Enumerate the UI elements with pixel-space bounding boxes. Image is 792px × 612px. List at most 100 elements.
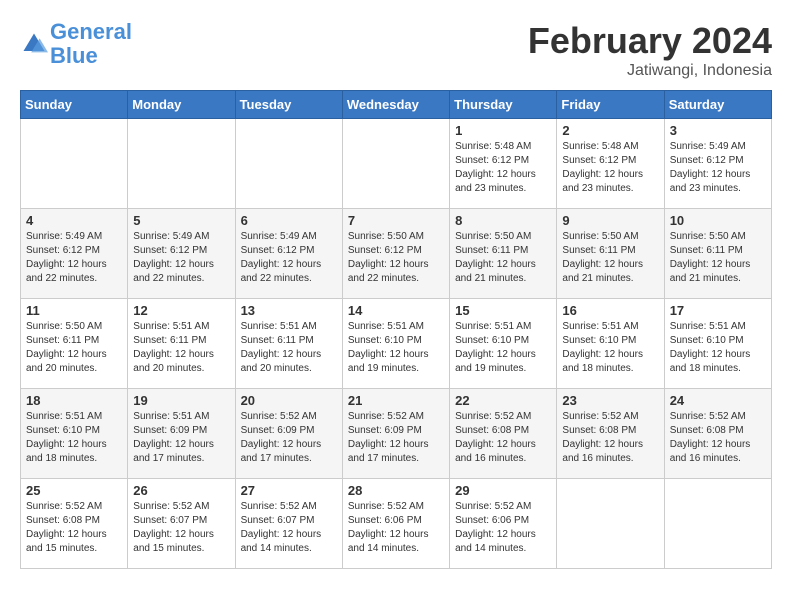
calendar-table: SundayMondayTuesdayWednesdayThursdayFrid… <box>20 90 772 569</box>
day-number: 13 <box>241 303 337 318</box>
col-header-tuesday: Tuesday <box>235 91 342 119</box>
day-cell: 18 Sunrise: 5:51 AMSunset: 6:10 PMDayligh… <box>21 389 128 479</box>
day-info: Sunrise: 5:52 AMSunset: 6:06 PMDaylight:… <box>348 500 444 556</box>
week-row-5: 25Sunrise: 5:52 AMSunset: 6:08 PMDayligh… <box>21 479 772 569</box>
day-number: 16 <box>562 303 658 318</box>
day-number: 20 <box>241 393 337 408</box>
day-cell: 22 Sunrise: 5:52 AMSunset: 6:08 PMDayligh… <box>450 389 557 479</box>
day-number: 19 <box>133 393 229 408</box>
day-number: 15 <box>455 303 551 318</box>
day-number: 4 <box>26 213 122 228</box>
day-cell: 24 Sunrise: 5:52 AMSunset: 6:08 PMDayligh… <box>664 389 771 479</box>
day-number: 23 <box>562 393 658 408</box>
day-info: Sunrise: 5:52 AMSunset: 6:06 PMDaylight:… <box>455 500 551 556</box>
calendar-body: 1 Sunrise: 5:48 AMSunset: 6:12 PMDaylight… <box>21 119 772 569</box>
day-number: 24 <box>670 393 766 408</box>
day-number: 22 <box>455 393 551 408</box>
day-number: 9 <box>562 213 658 228</box>
day-info: Sunrise: 5:49 AMSunset: 6:12 PMDaylight:… <box>133 230 229 286</box>
day-cell: 4Sunrise: 5:49 AMSunset: 6:12 PMDaylight… <box>21 209 128 299</box>
day-info: Sunrise: 5:52 AMSunset: 6:07 PMDaylight:… <box>133 500 229 556</box>
day-cell: 3 Sunrise: 5:49 AMSunset: 6:12 PMDaylight… <box>664 119 771 209</box>
day-info: Sunrise: 5:51 AMSunset: 6:11 PMDaylight:… <box>133 320 229 376</box>
day-cell: 1 Sunrise: 5:48 AMSunset: 6:12 PMDaylight… <box>450 119 557 209</box>
day-number: 1 <box>455 123 551 138</box>
day-cell: 17Sunrise: 5:51 AMSunset: 6:10 PMDayligh… <box>664 299 771 389</box>
day-number: 10 <box>670 213 766 228</box>
day-cell: 19 Sunrise: 5:51 AMSunset: 6:09 PMDayligh… <box>128 389 235 479</box>
day-cell: 5 Sunrise: 5:49 AMSunset: 6:12 PMDaylight… <box>128 209 235 299</box>
week-row-4: 18 Sunrise: 5:51 AMSunset: 6:10 PMDayligh… <box>21 389 772 479</box>
col-header-thursday: Thursday <box>450 91 557 119</box>
col-header-sunday: Sunday <box>21 91 128 119</box>
day-info: Sunrise: 5:51 AMSunset: 6:11 PMDaylight:… <box>241 320 337 376</box>
day-info: Sunrise: 5:50 AMSunset: 6:11 PMDaylight:… <box>670 230 766 286</box>
day-number: 18 <box>26 393 122 408</box>
week-row-2: 4 Sunrise: 5:49 AMSunset: 6:12 PMDaylight… <box>21 209 772 299</box>
day-info: Sunrise: 5:51 AMSunset: 6:10 PMDaylight:… <box>670 320 766 376</box>
day-cell <box>557 479 664 569</box>
day-info: Sunrise: 5:52 AMSunset: 6:09 PMDaylight:… <box>241 410 337 466</box>
day-info: Sunrise: 5:50 AMSunset: 6:12 PMDaylight:… <box>348 230 444 286</box>
day-number: 6 <box>241 213 337 228</box>
day-number: 25 <box>26 483 122 498</box>
day-number: 21 <box>348 393 444 408</box>
day-cell: 2 Sunrise: 5:48 AMSunset: 6:12 PMDaylight… <box>557 119 664 209</box>
day-number: 28 <box>348 483 444 498</box>
day-cell: 16 Sunrise: 5:51 AMSunset: 6:10 PMDayligh… <box>557 299 664 389</box>
day-info: Sunrise: 5:50 AMSunset: 6:11 PMDaylight:… <box>562 230 658 286</box>
day-cell: 7 Sunrise: 5:50 AMSunset: 6:12 PMDaylight… <box>342 209 449 299</box>
day-cell: 11 Sunrise: 5:50 AMSunset: 6:11 PMDayligh… <box>21 299 128 389</box>
day-number: 7 <box>348 213 444 228</box>
week-row-1: 1 Sunrise: 5:48 AMSunset: 6:12 PMDaylight… <box>21 119 772 209</box>
day-info: Sunrise: 5:48 AMSunset: 6:12 PMDaylight:… <box>562 140 658 196</box>
day-info: Sunrise: 5:52 AMSunset: 6:08 PMDaylight:… <box>670 410 766 466</box>
day-info: Sunrise: 5:52 AMSunset: 6:09 PMDaylight:… <box>348 410 444 466</box>
day-cell <box>235 119 342 209</box>
day-number: 3 <box>670 123 766 138</box>
title-block: February 2024 Jatiwangi, Indonesia <box>528 20 772 80</box>
week-row-3: 11 Sunrise: 5:50 AMSunset: 6:11 PMDayligh… <box>21 299 772 389</box>
month-title: February 2024 <box>528 20 772 62</box>
day-info: Sunrise: 5:49 AMSunset: 6:12 PMDaylight:… <box>670 140 766 196</box>
day-cell: 6 Sunrise: 5:49 AMSunset: 6:12 PMDaylight… <box>235 209 342 299</box>
day-cell: 13 Sunrise: 5:51 AMSunset: 6:11 PMDayligh… <box>235 299 342 389</box>
day-cell: 21 Sunrise: 5:52 AMSunset: 6:09 PMDayligh… <box>342 389 449 479</box>
logo-icon <box>20 30 48 58</box>
day-info: Sunrise: 5:51 AMSunset: 6:10 PMDaylight:… <box>562 320 658 376</box>
day-info: Sunrise: 5:48 AMSunset: 6:12 PMDaylight:… <box>455 140 551 196</box>
day-cell: 12 Sunrise: 5:51 AMSunset: 6:11 PMDayligh… <box>128 299 235 389</box>
logo: General Blue <box>20 20 132 68</box>
day-cell <box>342 119 449 209</box>
day-cell: 15 Sunrise: 5:51 AMSunset: 6:10 PMDayligh… <box>450 299 557 389</box>
day-cell: 26Sunrise: 5:52 AMSunset: 6:07 PMDayligh… <box>128 479 235 569</box>
day-cell: 20 Sunrise: 5:52 AMSunset: 6:09 PMDayligh… <box>235 389 342 479</box>
day-cell: 29 Sunrise: 5:52 AMSunset: 6:06 PMDayligh… <box>450 479 557 569</box>
day-number: 5 <box>133 213 229 228</box>
day-number: 14 <box>348 303 444 318</box>
day-cell: 27 Sunrise: 5:52 AMSunset: 6:07 PMDayligh… <box>235 479 342 569</box>
day-info: Sunrise: 5:50 AMSunset: 6:11 PMDaylight:… <box>26 320 122 376</box>
day-info: Sunrise: 5:51 AMSunset: 6:10 PMDaylight:… <box>26 410 122 466</box>
day-info: Sunrise: 5:51 AMSunset: 6:10 PMDaylight:… <box>348 320 444 376</box>
col-header-saturday: Saturday <box>664 91 771 119</box>
day-info: Sunrise: 5:49 AMSunset: 6:12 PMDaylight:… <box>241 230 337 286</box>
day-info: Sunrise: 5:52 AMSunset: 6:08 PMDaylight:… <box>455 410 551 466</box>
day-cell: 23 Sunrise: 5:52 AMSunset: 6:08 PMDayligh… <box>557 389 664 479</box>
day-cell: 14 Sunrise: 5:51 AMSunset: 6:10 PMDayligh… <box>342 299 449 389</box>
day-info: Sunrise: 5:52 AMSunset: 6:08 PMDaylight:… <box>562 410 658 466</box>
day-number: 27 <box>241 483 337 498</box>
day-info: Sunrise: 5:51 AMSunset: 6:09 PMDaylight:… <box>133 410 229 466</box>
col-header-friday: Friday <box>557 91 664 119</box>
col-header-wednesday: Wednesday <box>342 91 449 119</box>
day-cell: 9 Sunrise: 5:50 AMSunset: 6:11 PMDaylight… <box>557 209 664 299</box>
day-number: 2 <box>562 123 658 138</box>
day-cell <box>664 479 771 569</box>
day-cell <box>128 119 235 209</box>
day-number: 11 <box>26 303 122 318</box>
day-number: 29 <box>455 483 551 498</box>
day-info: Sunrise: 5:52 AMSunset: 6:07 PMDaylight:… <box>241 500 337 556</box>
page-header: General Blue February 2024 Jatiwangi, In… <box>20 20 772 80</box>
day-info: Sunrise: 5:51 AMSunset: 6:10 PMDaylight:… <box>455 320 551 376</box>
day-number: 12 <box>133 303 229 318</box>
